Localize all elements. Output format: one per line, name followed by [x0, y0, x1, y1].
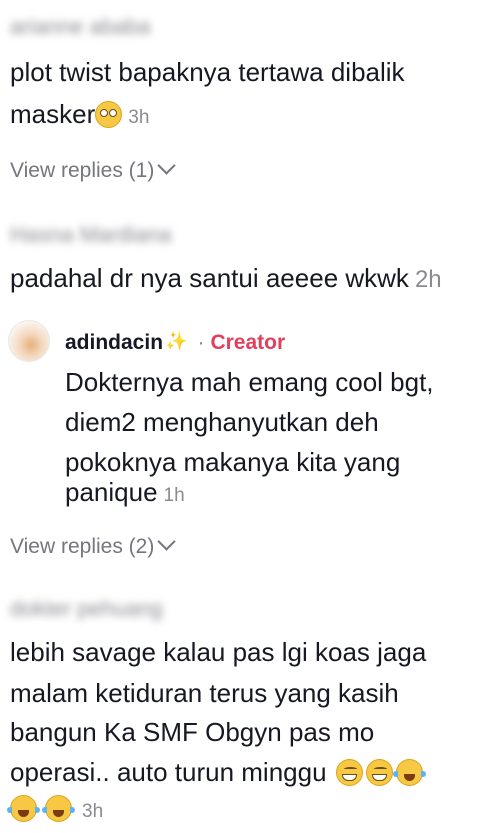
grinning-face-icon [335, 759, 363, 786]
comment-3-text: panique [65, 477, 158, 507]
separator-dot: · [197, 331, 205, 354]
sparkles-icon: ✨ [165, 331, 188, 351]
comment-3-username-row: adindacin ✨ · Creator [65, 327, 285, 357]
comment-4-text-line-1: lebih savage kalau pas lgi koas jaga [10, 637, 427, 667]
chevron-down-icon [157, 156, 177, 175]
flushed-face-icon [95, 101, 123, 128]
comment-4-text-line-4: operasi.. auto turun minggu [10, 752, 426, 792]
comment-4-username[interactable]: dokter pehuang [10, 596, 210, 622]
chevron-down-icon [157, 532, 177, 551]
creator-badge: Creator [210, 331, 286, 354]
comment-1-time: 3h [128, 107, 150, 128]
comment-4-time: 3h [82, 801, 104, 822]
comment-2-text: padahal dr nya santui aeeee wkwk [10, 263, 409, 293]
comment-4-text: operasi.. auto turun minggu [10, 757, 327, 787]
comment-1-text: masker [10, 99, 96, 129]
grinning-face-icon [365, 759, 393, 786]
comment-1-text-line-1: plot twist bapaknya tertawa dibalik [10, 57, 405, 87]
comment-1-username[interactable]: arianne ababa [10, 14, 150, 40]
comment-4-text-line-2: malam ketiduran terus yang kasih [10, 678, 399, 708]
comment-3-text-line-2: diem2 menghanyutkan deh [65, 407, 379, 437]
comment-1-text-line-2: masker 3h [10, 94, 149, 138]
comment-2-time: 2h [414, 266, 442, 293]
view-replies-label: View replies (2) [10, 535, 155, 558]
comment-2-username[interactable]: Hasna Mardiana [10, 222, 200, 248]
face-with-tears-of-joy-icon [392, 759, 426, 786]
view-replies-button-1[interactable]: View replies (1) [10, 156, 177, 186]
comment-3-text-line-1: Dokternya mah emang cool bgt, [65, 367, 434, 397]
face-with-tears-of-joy-icon [42, 795, 75, 822]
view-replies-label: View replies (1) [10, 159, 155, 182]
view-replies-button-2[interactable]: View replies (2) [10, 532, 177, 562]
comment-4-text-line-3: bangun Ka SMF Obgyn pas mo [10, 717, 375, 747]
comment-2-text-line-1: padahal dr nya santui aeeee wkwk 2h [10, 258, 442, 300]
comment-3-username[interactable]: adindacin [65, 331, 163, 354]
face-with-tears-of-joy-icon [7, 795, 40, 822]
comment-3-time: 1h [163, 485, 185, 506]
comment-4-text-line-5: 3h [7, 788, 104, 832]
avatar[interactable] [8, 320, 50, 362]
comment-3-text-line-4: panique 1h [65, 472, 185, 516]
